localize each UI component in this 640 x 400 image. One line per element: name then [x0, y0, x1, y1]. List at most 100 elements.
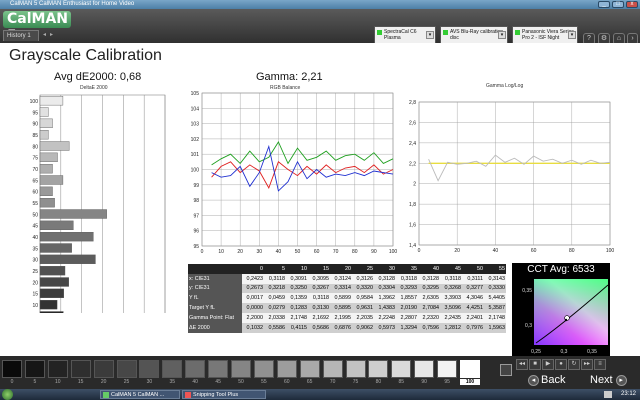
swatch[interactable] [47, 360, 68, 378]
swatch-label: 55 [261, 379, 267, 385]
swatch[interactable] [116, 360, 137, 378]
task-calman[interactable]: CalMAN 5 CalMAN ... [100, 390, 180, 399]
swatch[interactable] [93, 360, 114, 378]
swatch-label: 100 [460, 379, 480, 385]
swatch[interactable] [185, 360, 206, 378]
swatch[interactable] [2, 360, 22, 378]
swatch[interactable] [70, 360, 91, 378]
loop-icon[interactable]: ↻ [568, 359, 580, 370]
rgb-y-tick-label: 98 [193, 198, 199, 204]
table-cell: 0,3295 [418, 283, 440, 294]
table-cell: 2,1692 [308, 312, 330, 323]
table-cell: 0,1359 [286, 293, 308, 304]
table-row: y: CIE31 0,2673 0,3218 0,3250 0,3267 0,3314 0,… [188, 283, 506, 294]
step-back-icon[interactable]: ◂◂ [516, 359, 528, 370]
cct-panel: 0,25 0,3 0,35 0,3 0,35 CCT Avg: 6533 [512, 263, 610, 356]
table-header-cell: 10 [286, 264, 308, 274]
rgb-x-tick-label: 30 [257, 249, 263, 255]
stop-icon[interactable]: ■ [529, 359, 541, 370]
table-cell: x: CIE31 [188, 273, 242, 284]
record-icon[interactable]: ● [555, 359, 567, 370]
rgb-y-tick-label: 95 [193, 244, 199, 250]
meter-dropdown[interactable]: SpectraCal C6 Plasma ▾ [374, 26, 436, 44]
swatch[interactable] [208, 360, 229, 378]
swatch[interactable] [162, 360, 183, 378]
table-header-cell: 50 [462, 264, 484, 274]
tray-flag-icon[interactable] [604, 391, 612, 398]
gamma-y-tick-label: 1,4 [409, 243, 416, 249]
table-cell: 2,2320 [418, 312, 440, 323]
swatch-label: 45 [215, 379, 221, 385]
table-cell: 2,1748 [484, 312, 506, 323]
table-cell: 0,3330 [484, 283, 506, 294]
swatch[interactable] [24, 360, 45, 378]
swatch-label: 75 [352, 379, 359, 385]
table-cell: 1,3962 [374, 293, 396, 304]
table-header-cell [188, 264, 242, 274]
table-cell: 0,5686 [308, 322, 330, 333]
swatch[interactable] [299, 360, 320, 378]
swatch-label: 50 [238, 379, 244, 385]
table-header-cell: 45 [440, 264, 462, 274]
table-cell: 0,6876 [330, 322, 352, 333]
table-cell: 0,3143 [484, 273, 506, 284]
chevron-down-icon[interactable]: ▾ [568, 31, 576, 39]
table-cell: 0,3130 [308, 303, 330, 313]
table-cell: 5,4405 [484, 293, 506, 304]
rgb-x-tick-label: 40 [276, 249, 282, 255]
rgb-y-tick-label: 99 [193, 183, 199, 189]
table-cell: 0,4115 [286, 322, 308, 333]
de-y-tick-label: 80 [32, 144, 38, 150]
table-header-cell: 25 [352, 264, 374, 274]
maximize-button[interactable]: □ [612, 1, 624, 8]
source-dropdown[interactable]: AVS Blu-Ray calibration disc ▾ [440, 26, 508, 44]
table-header-cell: 15 [308, 264, 330, 274]
status-indicator-icon [443, 30, 448, 35]
start-button[interactable] [2, 389, 13, 400]
swatch-selected[interactable] [460, 360, 480, 378]
table-cell: 2,2248 [374, 312, 396, 323]
gamma-y-tick-label: 1,8 [409, 202, 416, 208]
swatch-label: 40 [192, 379, 198, 385]
close-button[interactable]: x [626, 1, 638, 8]
table-cell: 0,3314 [330, 283, 352, 294]
next-button[interactable]: Next ▸ [590, 374, 627, 386]
step-forward-icon[interactable]: ▸▸ [581, 359, 593, 370]
options-icon[interactable]: ≡ [594, 359, 606, 370]
back-button[interactable]: ◂ Back [528, 374, 565, 386]
swatch[interactable] [437, 360, 458, 378]
swatch[interactable] [414, 360, 435, 378]
table-cell: 5,3587 [484, 303, 506, 313]
swatch[interactable] [322, 360, 343, 378]
gamma-x-tick-label: 80 [569, 248, 575, 254]
table-header-cell: 20 [330, 264, 352, 274]
display-dropdown[interactable]: Panasonic Viera Series Pro 2 - ISF Night… [512, 26, 578, 44]
de-y-tick-label: 35 [32, 246, 38, 252]
de-bar [39, 265, 66, 276]
cie-y-tick-label: 0,3 [525, 323, 532, 329]
table-cell: 0,3118 [396, 273, 418, 284]
chevron-down-icon[interactable]: ▾ [498, 31, 506, 39]
swatch[interactable] [276, 360, 297, 378]
swatch[interactable] [391, 360, 412, 378]
tab-scroll-right-icon[interactable]: ▸ [50, 31, 53, 38]
swatch[interactable] [139, 360, 160, 378]
rgb-x-tick-label: 50 [295, 249, 301, 255]
chevron-down-icon[interactable]: ▾ [426, 31, 434, 39]
table-cell: 2,2807 [396, 312, 418, 323]
swatch[interactable] [231, 360, 251, 378]
swatch[interactable] [368, 360, 389, 378]
cie-diagram: 0,25 0,3 0,35 0,3 0,35 [522, 279, 609, 355]
swatch[interactable] [345, 360, 366, 378]
pattern-toggle-icon[interactable] [500, 364, 512, 376]
swatch[interactable] [253, 360, 274, 378]
task-snipping-tool[interactable]: Snipping Tool Plus [182, 390, 266, 399]
de-bar [39, 163, 53, 174]
tab-history-1[interactable]: History 1 [3, 30, 39, 41]
cie-color-overlay [534, 279, 608, 345]
tab-scroll-left-icon[interactable]: ◂ [43, 31, 46, 38]
play-icon[interactable]: ▶ [542, 359, 554, 370]
gamma-y-tick-label: 2,6 [409, 120, 416, 126]
minimize-button[interactable]: _ [598, 1, 610, 8]
table-cell: 2,1995 [330, 312, 352, 323]
